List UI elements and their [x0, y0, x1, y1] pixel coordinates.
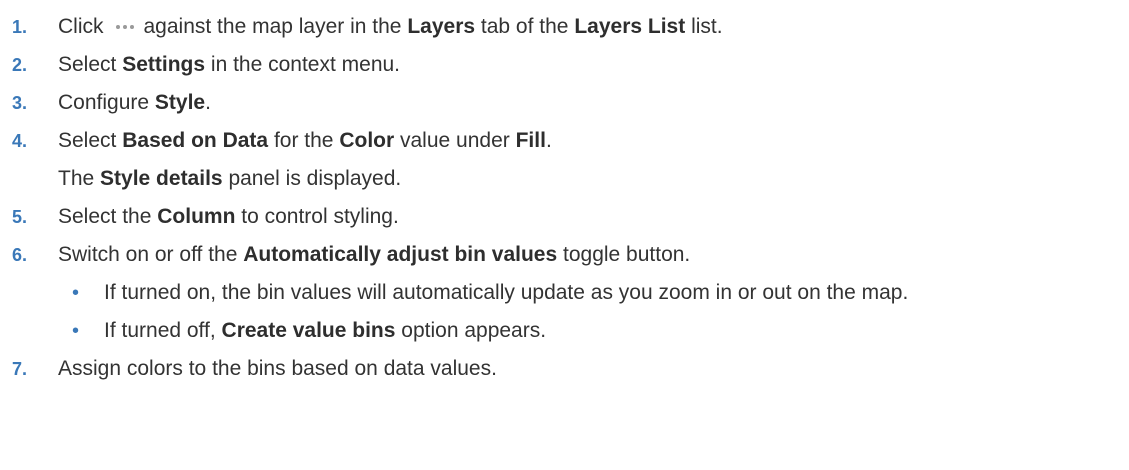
step-number: 5. — [12, 207, 28, 227]
step-text: Switch on or off the Automatically adjus… — [58, 243, 691, 266]
step-text: Configure Style. — [58, 91, 211, 114]
step-text: Click against the map layer in the Layers… — [58, 15, 723, 38]
step-4-note: The Style details panel is displayed. — [0, 160, 1129, 198]
step-6-bullet-2: • If turned off, Create value bins optio… — [0, 312, 1129, 350]
step-number: 4. — [12, 131, 28, 151]
bullet-text: If turned off, Create value bins option … — [104, 319, 547, 342]
step-note: The Style details panel is displayed. — [58, 167, 402, 190]
bullet-text: If turned on, the bin values will automa… — [104, 281, 909, 304]
step-5: 5. Select the Column to control styling. — [0, 198, 1129, 236]
step-text: Assign colors to the bins based on data … — [58, 357, 497, 380]
bullet-marker: • — [72, 320, 80, 342]
bullet-marker: • — [72, 282, 80, 304]
step-1: 1. Click against the map layer in the Lay… — [0, 8, 1129, 46]
step-3: 3. Configure Style. — [0, 84, 1129, 122]
step-number: 1. — [12, 17, 28, 37]
step-4: 4. Select Based on Data for the Color va… — [0, 122, 1129, 160]
step-6: 6. Switch on or off the Automatically ad… — [0, 236, 1129, 274]
procedure-steps: 1. Click against the map layer in the Lay… — [0, 0, 1129, 388]
ellipsis-icon — [114, 23, 136, 31]
step-text: Select Settings in the context menu. — [58, 53, 401, 76]
step-number: 6. — [12, 245, 28, 265]
step-number: 2. — [12, 55, 28, 75]
step-number: 3. — [12, 93, 28, 113]
step-2: 2. Select Settings in the context menu. — [0, 46, 1129, 84]
step-number: 7. — [12, 359, 28, 379]
step-text: Select Based on Data for the Color value… — [58, 129, 552, 152]
step-6-bullet-1: • If turned on, the bin values will auto… — [0, 274, 1129, 312]
step-7: 7. Assign colors to the bins based on da… — [0, 350, 1129, 388]
step-text: Select the Column to control styling. — [58, 205, 399, 228]
